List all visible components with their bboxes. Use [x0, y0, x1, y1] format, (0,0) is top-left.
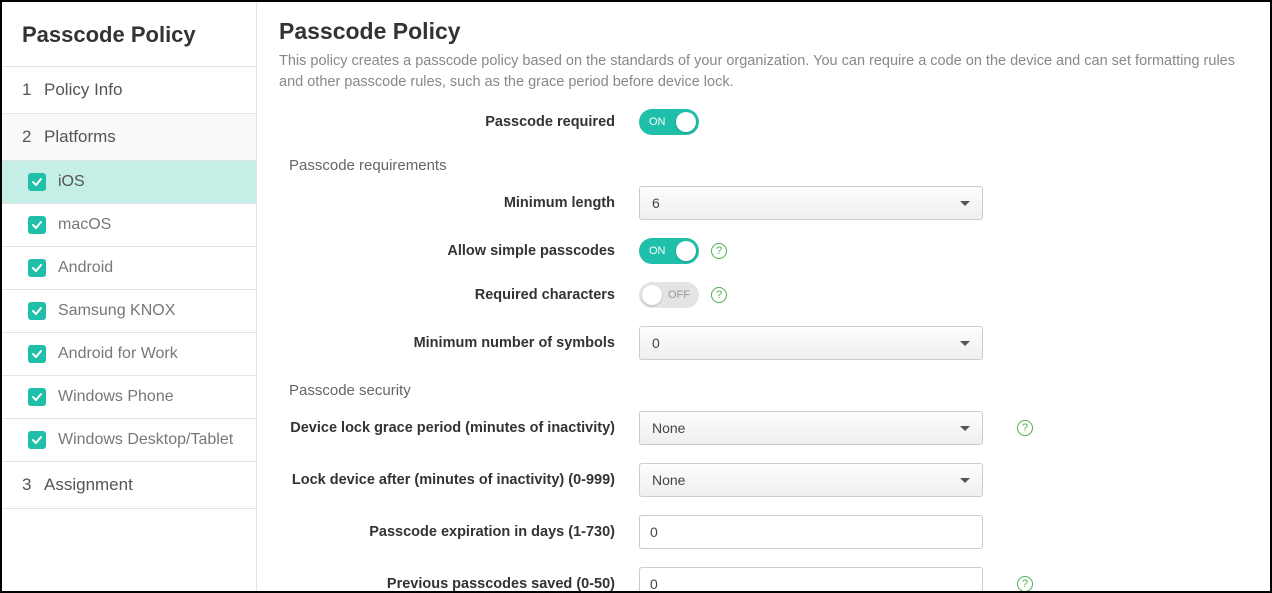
help-icon[interactable]: ?: [1017, 576, 1033, 591]
checkbox-icon: [28, 345, 46, 363]
sidebar-item-label: Android for Work: [58, 345, 178, 363]
app-frame: Passcode Policy 1 Policy Info 2 Platform…: [0, 0, 1272, 593]
row-passcode-required: Passcode required ON: [279, 109, 1248, 135]
checkbox-icon: [28, 173, 46, 191]
row-allow-simple: Allow simple passcodes ON ?: [279, 238, 1248, 264]
select-value: None: [652, 420, 685, 436]
sidebar-item-label: Windows Desktop/Tablet: [58, 431, 233, 449]
section-passcode-requirements: Passcode requirements: [279, 153, 1248, 186]
sidebar-item-ios[interactable]: iOS: [2, 161, 256, 204]
select-value: None: [652, 472, 685, 488]
chevron-down-icon: [960, 341, 970, 346]
row-previous-saved: Previous passcodes saved (0-50) ?: [279, 567, 1248, 591]
select-grace-period[interactable]: None: [639, 411, 983, 445]
input-expiration[interactable]: [639, 515, 983, 549]
label-passcode-required: Passcode required: [279, 114, 639, 130]
select-min-symbols[interactable]: 0: [639, 326, 983, 360]
page-description: This policy creates a passcode policy ba…: [279, 51, 1248, 93]
step-label: Platforms: [44, 127, 116, 147]
chevron-down-icon: [960, 478, 970, 483]
label-grace-period: Device lock grace period (minutes of ina…: [279, 420, 639, 436]
platform-list: iOS macOS Android Samsung KNOX: [2, 161, 256, 462]
toggle-label: OFF: [668, 289, 690, 301]
sidebar-item-label: macOS: [58, 216, 111, 234]
sidebar-item-android-for-work[interactable]: Android for Work: [2, 333, 256, 376]
label-min-symbols: Minimum number of symbols: [279, 335, 639, 351]
checkbox-icon: [28, 216, 46, 234]
help-icon[interactable]: ?: [711, 287, 727, 303]
checkbox-icon: [28, 388, 46, 406]
toggle-required-characters[interactable]: OFF: [639, 282, 699, 308]
sidebar-title: Passcode Policy: [2, 2, 256, 67]
row-min-symbols: Minimum number of symbols 0: [279, 326, 1248, 360]
input-previous-saved-wrapper: [639, 567, 983, 591]
toggle-label: ON: [649, 116, 666, 128]
toggle-allow-simple[interactable]: ON: [639, 238, 699, 264]
step-platforms[interactable]: 2 Platforms: [2, 114, 256, 161]
label-required-characters: Required characters: [279, 287, 639, 303]
page-title: Passcode Policy: [279, 18, 1248, 45]
label-lock-after: Lock device after (minutes of inactivity…: [279, 472, 639, 488]
section-passcode-security: Passcode security: [279, 378, 1248, 411]
step-assignment[interactable]: 3 Assignment: [2, 462, 256, 509]
toggle-knob-icon: [676, 112, 696, 132]
select-minimum-length[interactable]: 6: [639, 186, 983, 220]
label-allow-simple: Allow simple passcodes: [279, 243, 639, 259]
step-number: 1: [22, 80, 34, 100]
step-label: Policy Info: [44, 80, 122, 100]
select-value: 0: [652, 335, 660, 351]
input-previous-saved[interactable]: [639, 567, 983, 591]
sidebar: Passcode Policy 1 Policy Info 2 Platform…: [2, 2, 257, 591]
label-previous-saved: Previous passcodes saved (0-50): [279, 576, 639, 591]
checkbox-icon: [28, 431, 46, 449]
toggle-knob-icon: [642, 285, 662, 305]
row-expiration: Passcode expiration in days (1-730): [279, 515, 1248, 549]
step-policy-info[interactable]: 1 Policy Info: [2, 67, 256, 114]
step-number: 3: [22, 475, 34, 495]
help-icon[interactable]: ?: [711, 243, 727, 259]
input-expiration-wrapper: [639, 515, 983, 549]
row-lock-after: Lock device after (minutes of inactivity…: [279, 463, 1248, 497]
checkbox-icon: [28, 302, 46, 320]
select-lock-after[interactable]: None: [639, 463, 983, 497]
sidebar-item-macos[interactable]: macOS: [2, 204, 256, 247]
checkbox-icon: [28, 259, 46, 277]
row-minimum-length: Minimum length 6: [279, 186, 1248, 220]
toggle-knob-icon: [676, 241, 696, 261]
row-required-characters: Required characters OFF ?: [279, 282, 1248, 308]
sidebar-item-windows-phone[interactable]: Windows Phone: [2, 376, 256, 419]
step-number: 2: [22, 127, 34, 147]
label-expiration: Passcode expiration in days (1-730): [279, 524, 639, 540]
label-minimum-length: Minimum length: [279, 195, 639, 211]
toggle-passcode-required[interactable]: ON: [639, 109, 699, 135]
sidebar-item-label: Android: [58, 259, 113, 277]
sidebar-item-label: Samsung KNOX: [58, 302, 175, 320]
sidebar-item-android[interactable]: Android: [2, 247, 256, 290]
toggle-label: ON: [649, 245, 666, 257]
chevron-down-icon: [960, 201, 970, 206]
step-label: Assignment: [44, 475, 133, 495]
sidebar-item-label: iOS: [58, 173, 85, 191]
sidebar-item-samsung-knox[interactable]: Samsung KNOX: [2, 290, 256, 333]
row-grace-period: Device lock grace period (minutes of ina…: [279, 411, 1248, 445]
main-panel: Passcode Policy This policy creates a pa…: [257, 2, 1270, 591]
select-value: 6: [652, 195, 660, 211]
sidebar-item-label: Windows Phone: [58, 388, 174, 406]
chevron-down-icon: [960, 426, 970, 431]
help-icon[interactable]: ?: [1017, 420, 1033, 436]
sidebar-item-windows-desktop[interactable]: Windows Desktop/Tablet: [2, 419, 256, 462]
